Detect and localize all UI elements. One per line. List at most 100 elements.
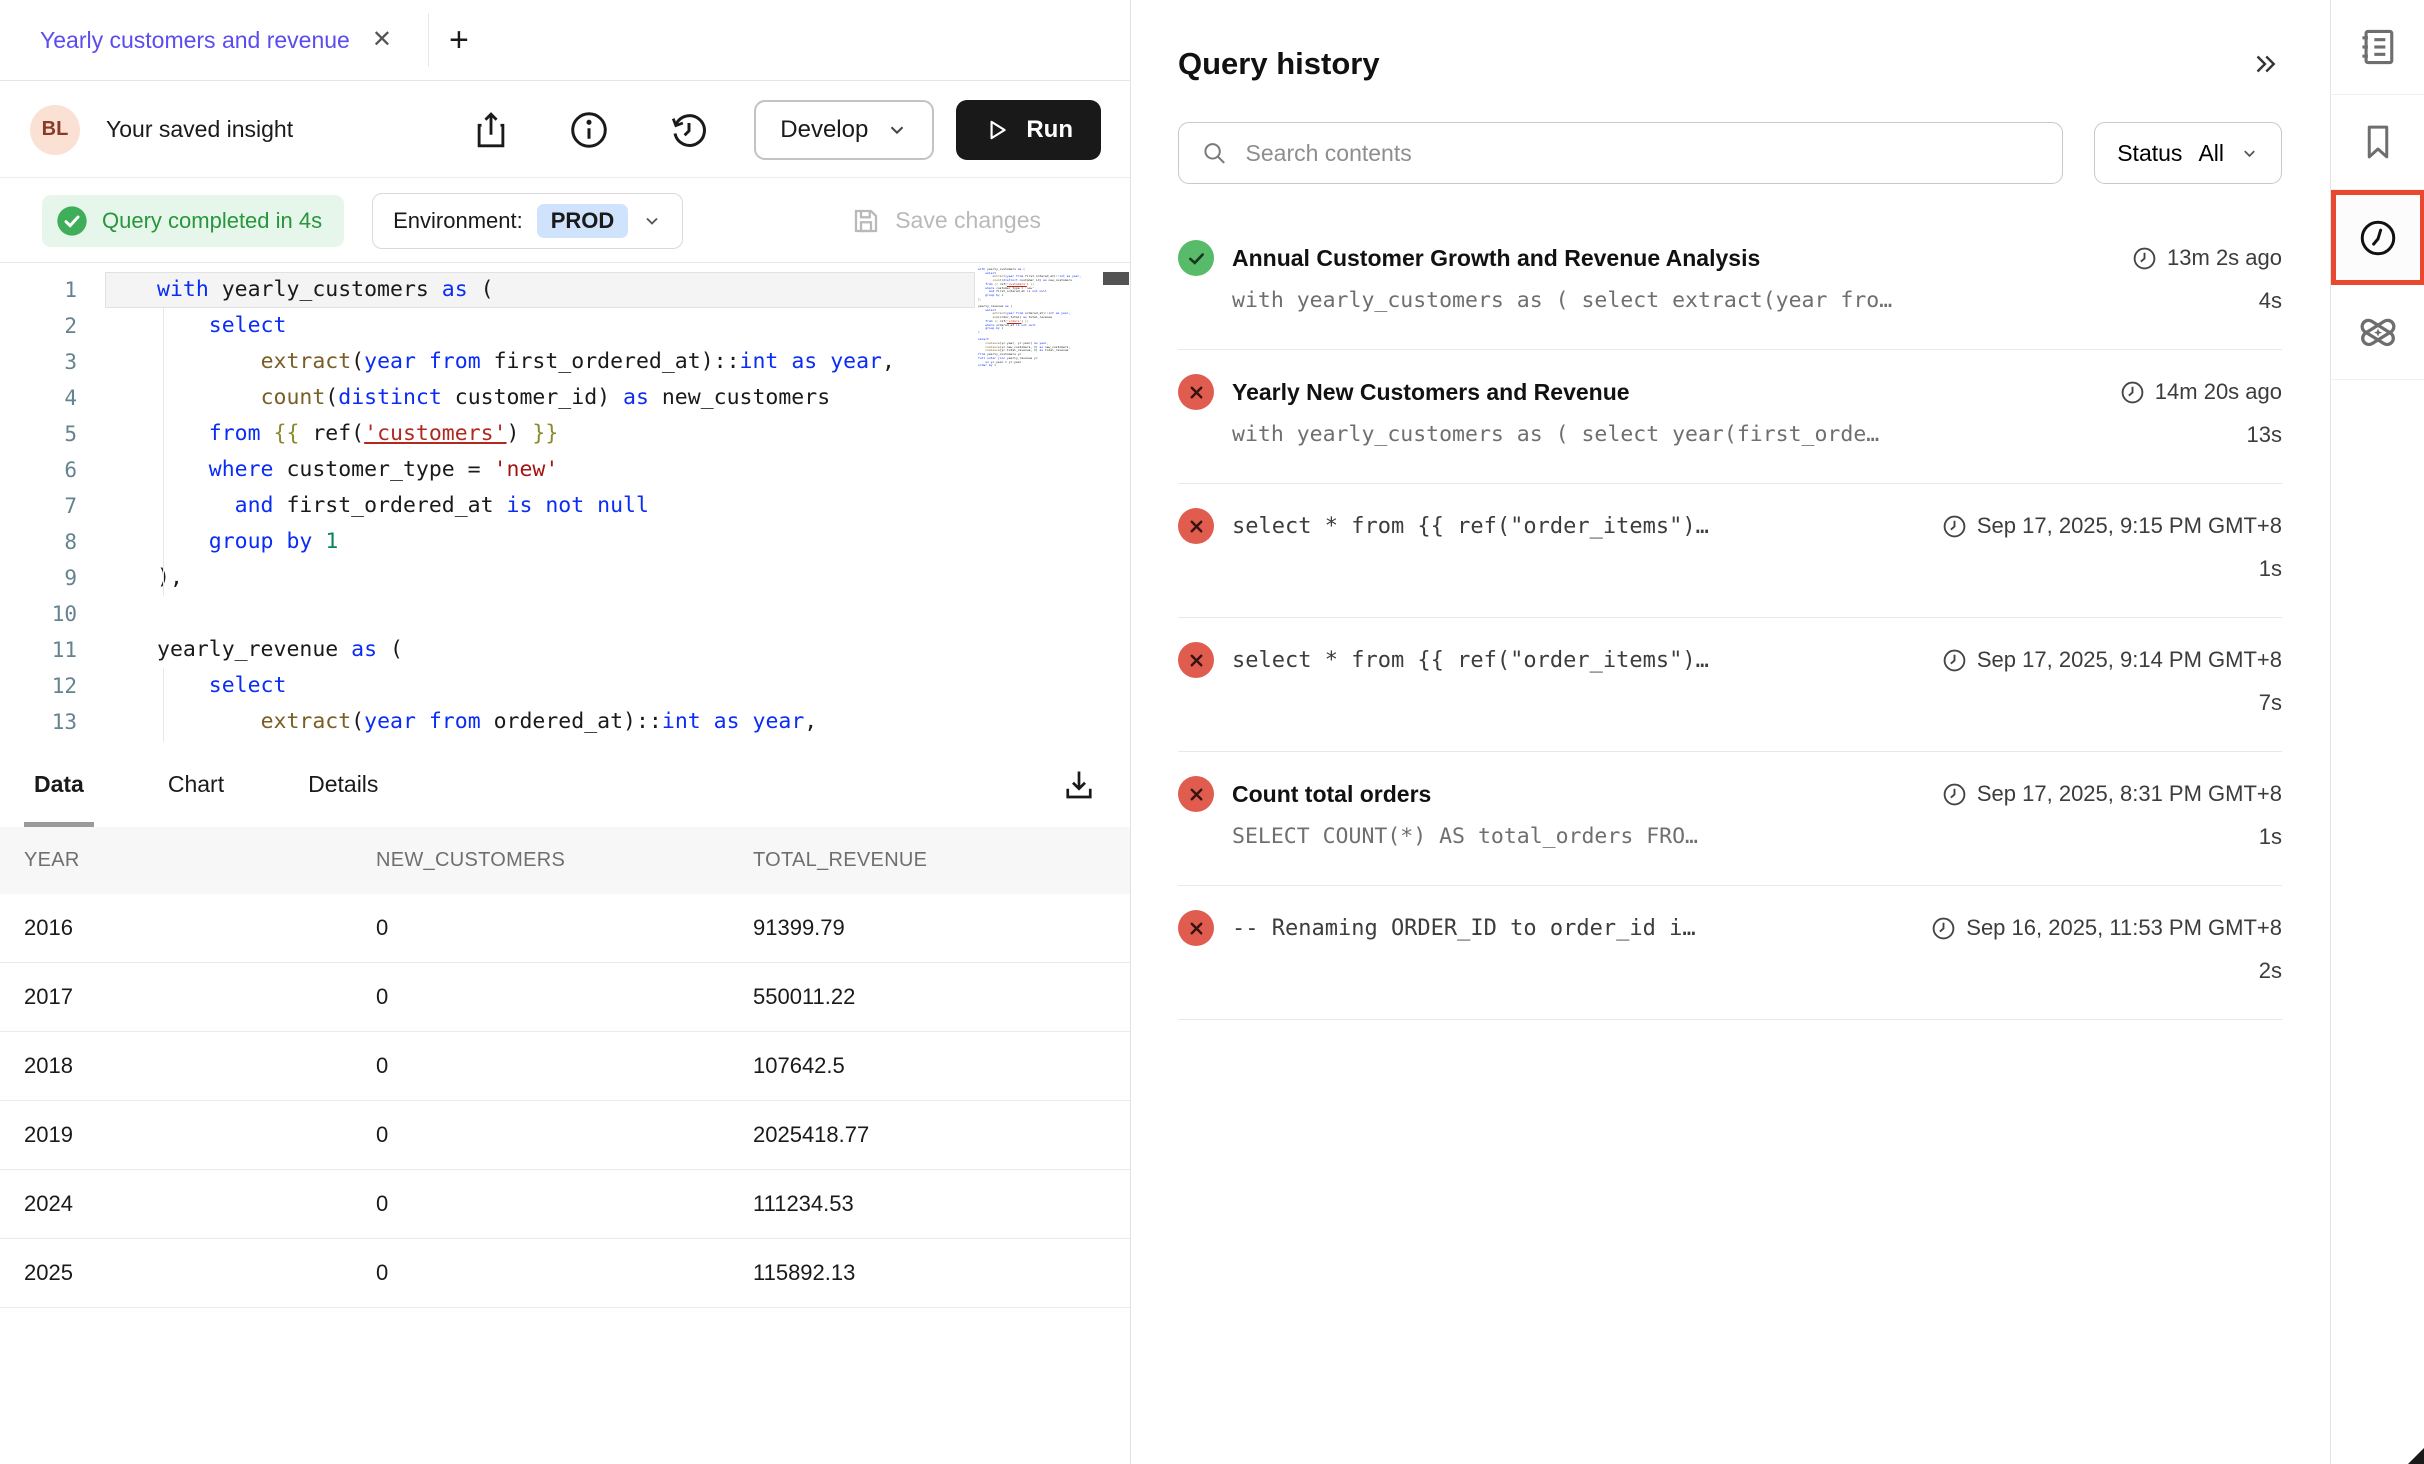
query-history-item[interactable]: Count total orders Sep 17, 2025, 8:31 PM … (1178, 752, 2282, 886)
line-number: 11 (0, 632, 105, 668)
query-status-text: Query completed in 4s (102, 208, 322, 234)
code-text: select (105, 668, 975, 704)
history-item-title: Count total orders (1232, 781, 1922, 808)
query-history-panel: Query history Status All (1131, 0, 2330, 1464)
download-icon[interactable] (1061, 767, 1097, 803)
history-item-duration: 2s (2259, 958, 2282, 984)
code-text: where customer_type = 'new' (105, 452, 975, 488)
code-line[interactable]: 3 extract(year from first_ordered_at)::i… (0, 344, 975, 380)
table-cell: 550011.22 (753, 984, 1131, 1010)
column-header[interactable]: NEW_CUSTOMERS (376, 849, 753, 872)
history-item-timestamp: Sep 17, 2025, 9:15 PM GMT+8 (1942, 513, 2282, 539)
code-line[interactable]: 11yearly_revenue as ( (0, 632, 975, 668)
share-icon[interactable] (472, 109, 510, 151)
info-icon[interactable] (568, 109, 610, 151)
column-header[interactable]: TOTAL_REVENUE (753, 849, 1131, 872)
history-item-duration: 13s (2247, 422, 2282, 448)
history-item-duration: 1s (2259, 556, 2282, 582)
table-row[interactable]: 2016091399.79 (0, 894, 1131, 963)
column-header[interactable]: YEAR (0, 849, 376, 872)
indent-guide (163, 668, 164, 742)
success-status-icon (1178, 240, 1214, 276)
table-cell: 0 (376, 984, 753, 1010)
status-filter-dropdown[interactable]: Status All (2094, 122, 2282, 184)
table-row[interactable]: 20250115892.13 (0, 1239, 1131, 1308)
code-text: group by 1 (105, 524, 975, 560)
search-box[interactable] (1178, 122, 2063, 184)
new-tab-button[interactable]: + (449, 23, 469, 57)
table-cell: 115892.13 (753, 1260, 1131, 1286)
error-status-icon (1178, 642, 1214, 678)
editor-minimap[interactable]: with yearly_customers as ( select extrac… (978, 268, 1105, 738)
results-table: YEARNEW_CUSTOMERSTOTAL_REVENUE 201609139… (0, 827, 1131, 1308)
search-input[interactable] (1246, 140, 2041, 167)
query-history-item[interactable]: select * from {{ ref("order_items")…Sep … (1178, 618, 2282, 752)
toolbar-icons (472, 109, 710, 151)
table-row[interactable]: 201902025418.77 (0, 1101, 1131, 1170)
code-line[interactable]: 5 from {{ ref('customers') }} (0, 416, 975, 452)
chevron-down-icon (2240, 144, 2259, 163)
code-line[interactable]: 2 select (0, 308, 975, 344)
line-number: 6 (0, 452, 105, 488)
code-line[interactable]: 12 select (0, 668, 975, 704)
query-history-item[interactable]: select * from {{ ref("order_items")… Sep … (1178, 484, 2282, 618)
code-line[interactable]: 10 (0, 596, 975, 632)
bookmark-icon[interactable] (2331, 95, 2424, 190)
table-cell: 2017 (0, 984, 376, 1010)
assistant-icon[interactable] (2331, 285, 2424, 380)
results-tab-chart[interactable]: Chart (168, 742, 224, 827)
notebook-icon[interactable] (2331, 0, 2424, 95)
results-tab-data[interactable]: Data (34, 742, 84, 827)
avatar: BL (30, 105, 80, 155)
results-tab-details[interactable]: Details (308, 742, 378, 827)
tab-yearly-customers-and-revenue[interactable]: Yearly customers and revenue ✕ (0, 0, 428, 80)
history-item-timestamp: 14m 20s ago (2120, 379, 2282, 405)
version-history-icon[interactable] (668, 109, 710, 151)
line-number: 10 (0, 596, 105, 632)
table-row[interactable]: 20170550011.22 (0, 963, 1131, 1032)
code-line[interactable]: 4 count(distinct customer_id) as new_cus… (0, 380, 975, 416)
table-cell: 2019 (0, 1122, 376, 1148)
sql-editor[interactable]: 1with yearly_customers as (2 select3 ext… (0, 264, 1131, 742)
code-line[interactable]: 13 extract(year from ordered_at)::int as… (0, 704, 975, 740)
code-lines: 1with yearly_customers as (2 select3 ext… (0, 272, 975, 740)
table-row[interactable]: 20180107642.5 (0, 1032, 1131, 1101)
query-history-icon[interactable] (2331, 190, 2424, 285)
run-button[interactable]: Run (956, 100, 1101, 160)
history-item-timestamp: 13m 2s ago (2132, 245, 2282, 271)
table-row[interactable]: 20240111234.53 (0, 1170, 1131, 1239)
line-number: 1 (0, 272, 105, 308)
query-history-item[interactable]: -- Renaming ORDER_ID to order_id i…Sep 1… (1178, 886, 2282, 1020)
app-window: Yearly customers and revenue ✕ + BL Your… (0, 0, 2424, 1464)
code-text: with yearly_customers as ( (105, 272, 975, 308)
code-line[interactable]: 8 group by 1 (0, 524, 975, 560)
tab-separator (428, 13, 429, 67)
code-line[interactable]: 7 and first_ordered_at is not null (0, 488, 975, 524)
save-changes-button[interactable]: Save changes (851, 206, 1041, 236)
environment-select[interactable]: Environment: PROD (372, 193, 683, 249)
indent-guide (163, 308, 164, 596)
status-filter-value: All (2198, 140, 2224, 167)
history-item-timestamp: Sep 16, 2025, 11:53 PM GMT+8 (1931, 915, 2282, 941)
code-text: extract(year from ordered_at)::int as ye… (105, 704, 975, 740)
environment-label: Environment: (393, 208, 523, 234)
code-text: extract(year from first_ordered_at)::int… (105, 344, 975, 380)
error-status-icon (1178, 776, 1214, 812)
code-text: from {{ ref('customers') }} (105, 416, 975, 452)
table-cell: 2025 (0, 1260, 376, 1286)
tab-close-icon[interactable]: ✕ (372, 28, 392, 52)
history-item-duration: 1s (2259, 824, 2282, 850)
query-history-item[interactable]: Annual Customer Growth and Revenue Analy… (1178, 216, 2282, 350)
develop-button[interactable]: Develop (754, 100, 934, 160)
history-item-title: select * from {{ ref("order_items")… (1232, 514, 1922, 539)
history-item-timestamp: Sep 17, 2025, 8:31 PM GMT+8 (1942, 781, 2282, 807)
window-resize-grip[interactable] (2408, 1448, 2424, 1464)
code-line[interactable]: 9), (0, 560, 975, 596)
editor-scrollbar-thumb[interactable] (1103, 272, 1129, 285)
environment-value: PROD (537, 204, 629, 238)
collapse-panel-icon[interactable] (2248, 49, 2282, 79)
query-status-badge: Query completed in 4s (42, 195, 344, 247)
code-line[interactable]: 1with yearly_customers as ( (0, 272, 975, 308)
query-history-item[interactable]: Yearly New Customers and Revenue14m 20s … (1178, 350, 2282, 484)
code-line[interactable]: 6 where customer_type = 'new' (0, 452, 975, 488)
